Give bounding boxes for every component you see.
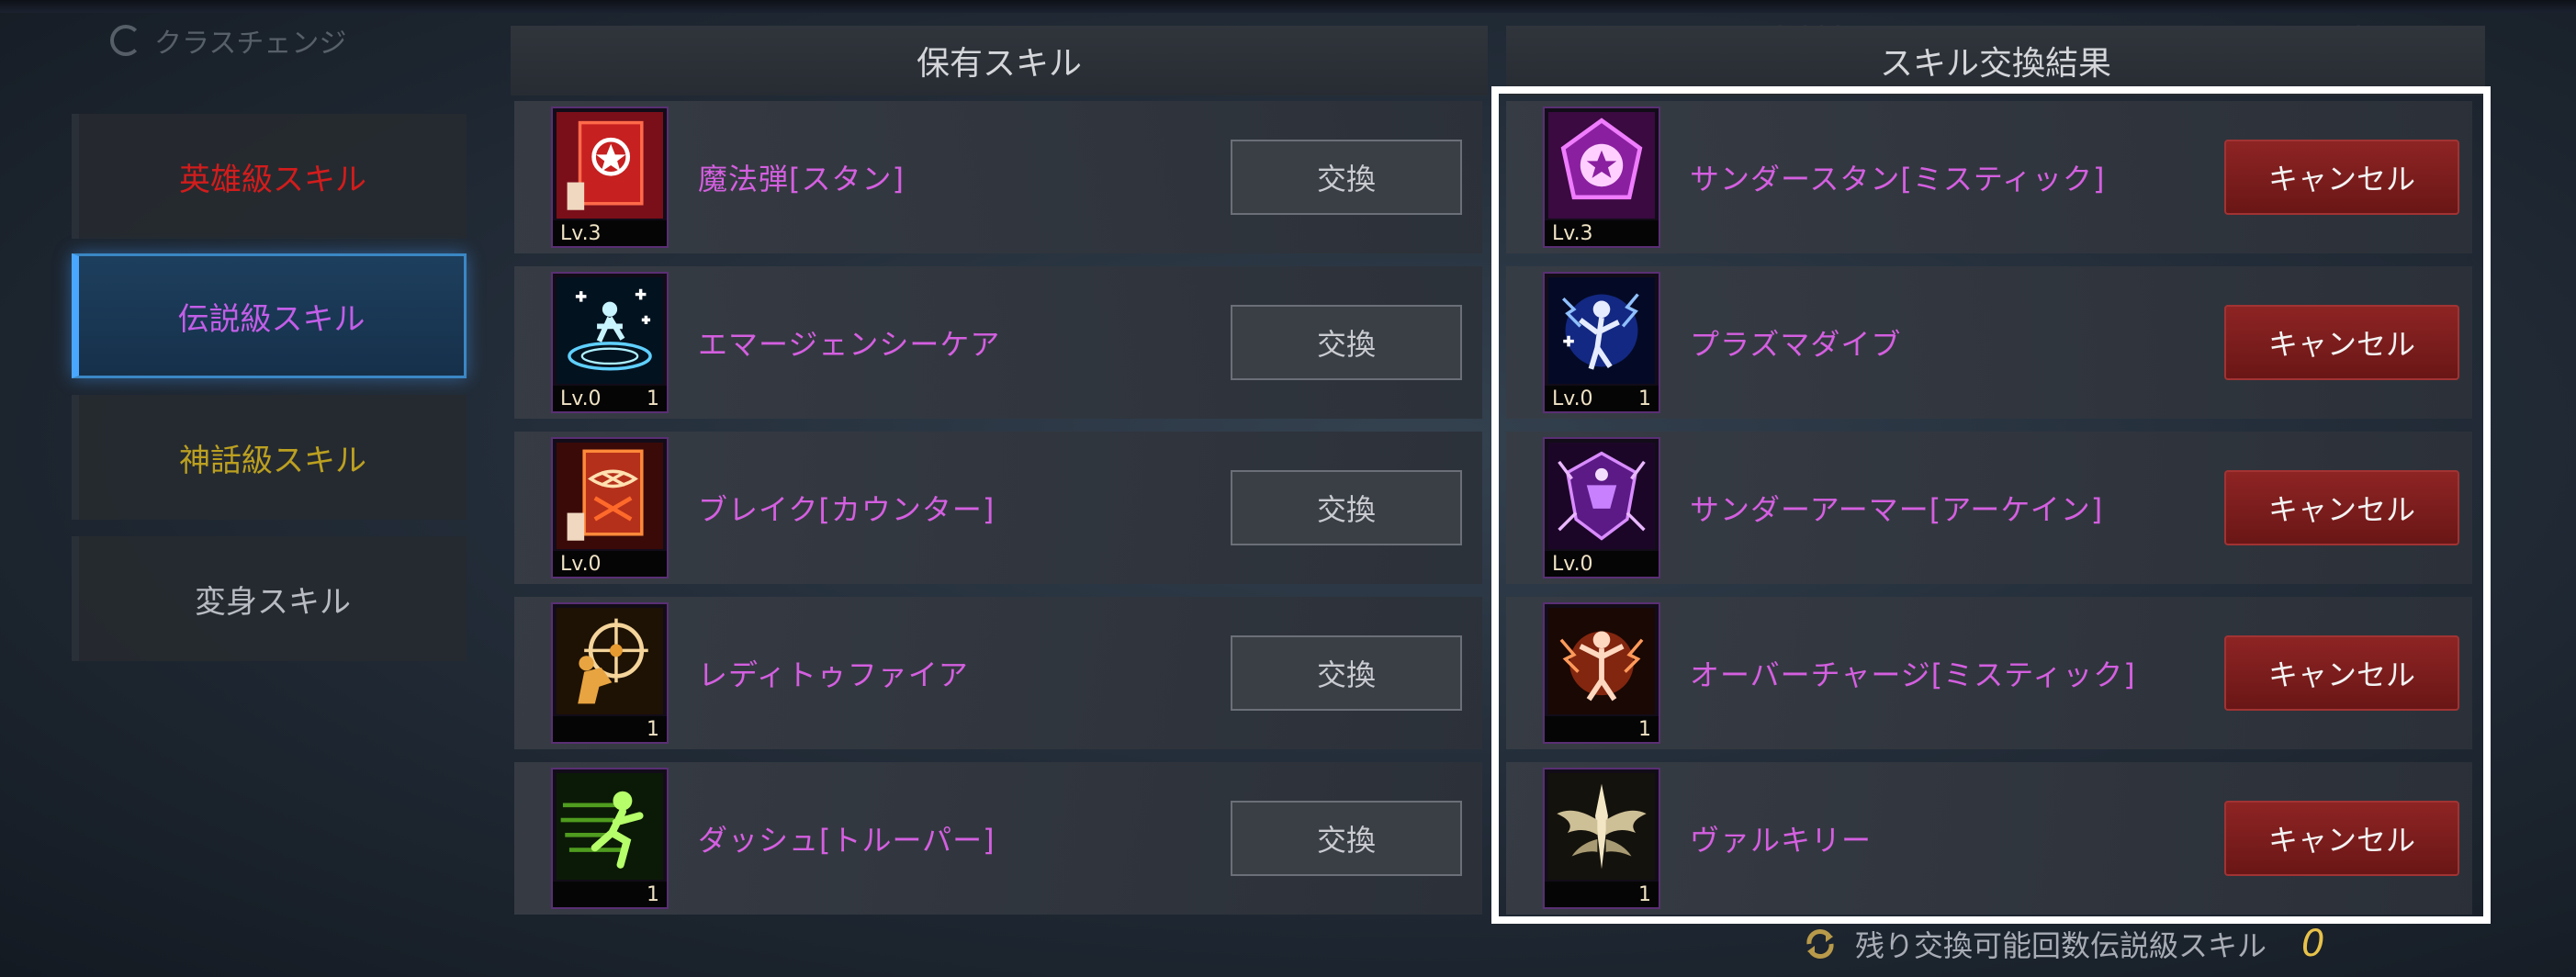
tab-hero-skills-label: 英雄級スキル [179,161,366,198]
skill-count: 1 [647,882,659,906]
skill-count: 1 [1638,717,1651,741]
owned-skill-row: Lv.0 1 エマージェンシーケア 交換 [514,266,1482,419]
skill-icon-frame: Lv.3 [551,107,669,248]
skill-name: 魔法弾[スタン] [698,162,905,197]
result-skill-row: 1 ヴァルキリー キャンセル [1506,762,2472,915]
skill-icon-frame: Lv.0 1 [1543,272,1660,413]
exchange-button[interactable]: 交換 [1231,635,1462,711]
skill-name: プラズマダイブ [1690,327,1902,362]
exchange-button[interactable]: 交換 [1231,140,1462,215]
skill-level: Lv.0 [1552,387,1593,410]
remaining-count: 0 [2301,923,2325,965]
skill-name: ブレイク[カウンター] [698,492,996,527]
skill-name: ヴァルキリー [1690,823,1873,858]
skill-level-bar: Lv.0 1 [553,386,667,411]
exchange-result-header: スキル交換結果 [1506,26,2485,95]
tab-transform-skills-label: 変身スキル [195,583,351,621]
refresh-icon [1806,929,1834,959]
valkyrie-icon [1548,773,1655,880]
class-change-button[interactable]: クラスチェンジ [110,20,346,61]
tab-mythic-skills[interactable]: 神話級スキル [72,395,467,520]
remaining-label: 残り交換可能回数伝説級スキル [1855,928,2267,963]
result-skill-row: 1 オーバーチャージ[ミスティック] キャンセル [1506,597,2472,749]
owned-skill-row: 1 レディトゥファイア 交換 [514,597,1482,749]
emergency-care-icon [557,277,663,384]
skill-icon-frame: Lv.0 1 [551,272,669,413]
result-skill-row: Lv.0 サンダーアーマー[アーケイン] キャンセル [1506,432,2472,584]
skill-level-bar: Lv.0 1 [1545,386,1659,411]
skill-icon-frame: 1 [1543,602,1660,744]
cancel-button[interactable]: キャンセル [2224,801,2459,876]
skill-level-bar: 1 [553,716,667,742]
skill-level-bar: Lv.3 [553,220,667,246]
skill-level: Lv.0 [1552,552,1593,576]
skill-count: 1 [1638,882,1651,906]
skill-level-bar: Lv.0 [1545,551,1659,577]
tab-legendary-skills-label: 伝説級スキル [177,300,366,338]
skill-icon-frame: Lv.0 [1543,437,1660,578]
owned-skills-header: 保有スキル [511,26,1488,95]
skill-level: Lv.3 [560,221,602,245]
skill-name: サンダースタン[ミスティック] [1690,162,2106,197]
exchange-result-title: スキル交換結果 [1879,45,2111,83]
cancel-button[interactable]: キャンセル [2224,635,2459,711]
skill-name: レディトゥファイア [698,657,969,692]
tab-legendary-skills[interactable]: 伝説級スキル [72,253,467,378]
owned-skill-row: 1 ダッシュ[トルーパー] 交換 [514,762,1482,915]
skill-icon-frame: 1 [551,768,669,909]
skill-level: Lv.0 [560,552,602,576]
result-skill-row: Lv.3 サンダースタン[ミスティック] キャンセル [1506,101,2472,253]
skill-name: サンダーアーマー[アーケイン] [1690,492,2104,527]
overcharge-icon [1548,608,1655,714]
cancel-button[interactable]: キャンセル [2224,470,2459,545]
tab-hero-skills[interactable]: 英雄級スキル [72,114,467,239]
skill-icon-frame: 1 [551,602,669,744]
skill-level: Lv.0 [560,387,602,410]
exchange-button[interactable]: 交換 [1231,801,1462,876]
break-counter-icon [557,443,663,549]
result-skill-row: Lv.0 1 プラズマダイブ キャンセル [1506,266,2472,419]
skill-level-bar: 1 [1545,716,1659,742]
tab-transform-skills[interactable]: 変身スキル [72,536,467,661]
skill-level-bar: Lv.0 [553,551,667,577]
refresh-icon [110,25,141,56]
skill-name: ダッシュ[トルーパー] [698,823,996,858]
skill-icon-frame: Lv.0 [551,437,669,578]
plasma-dive-icon [1548,277,1655,384]
skill-level: Lv.3 [1552,221,1593,245]
skill-icon-frame: 1 [1543,768,1660,909]
tab-mythic-skills-label: 神話級スキル [179,442,366,479]
skill-count: 1 [647,387,659,410]
ready-to-fire-icon [557,608,663,714]
skill-level-bar: 1 [1545,882,1659,907]
magic-bullet-stun-icon [557,112,663,219]
skill-icon-frame: Lv.3 [1543,107,1660,248]
owned-skills-title: 保有スキル [916,45,1082,83]
thunder-stun-icon [1548,112,1655,219]
dash-trooper-icon [557,773,663,880]
skill-name: エマージェンシーケア [698,327,1001,362]
exchange-button[interactable]: 交換 [1231,470,1462,545]
skill-name: オーバーチャージ[ミスティック] [1690,657,2136,692]
skill-count: 1 [1638,387,1651,410]
owned-skill-row: Lv.0 ブレイク[カウンター] 交換 [514,432,1482,584]
skill-level-bar: Lv.3 [1545,220,1659,246]
owned-skill-row: Lv.3 魔法弾[スタン] 交換 [514,101,1482,253]
cancel-button[interactable]: キャンセル [2224,140,2459,215]
class-change-label: クラスチェンジ [154,28,347,60]
cancel-button[interactable]: キャンセル [2224,305,2459,380]
skill-level-bar: 1 [553,882,667,907]
top-bar [0,0,2576,13]
exchange-button[interactable]: 交換 [1231,305,1462,380]
skill-count: 1 [647,717,659,741]
thunder-armor-icon [1548,443,1655,549]
remaining-exchanges: 残り交換可能回数伝説級スキル 0 [1802,916,2324,971]
